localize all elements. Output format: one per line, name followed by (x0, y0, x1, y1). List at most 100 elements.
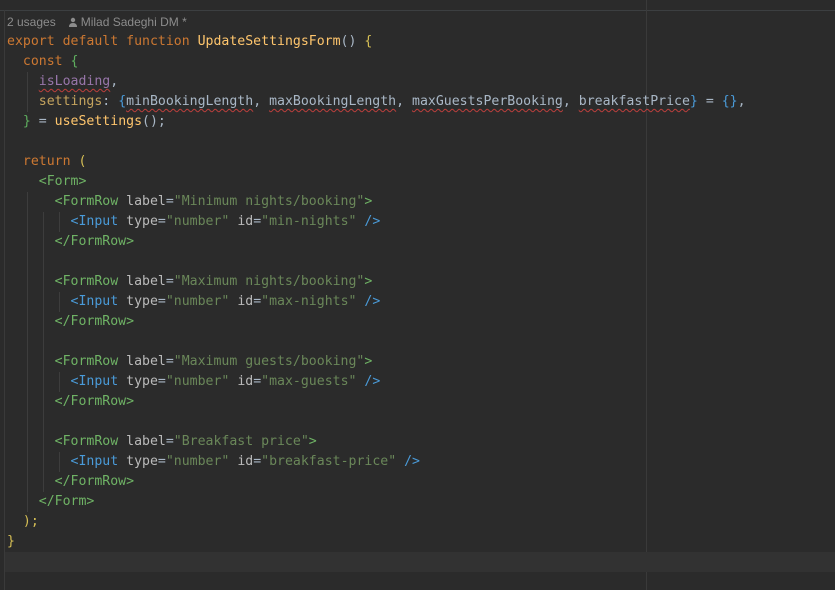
variable: minBookingLength (126, 94, 254, 109)
variable: maxGuestsPerBooking (412, 94, 563, 109)
string: "breakfast-price" (261, 454, 397, 469)
jsx-tag: > (308, 434, 317, 449)
code-line: <Input type="number" id="breakfast-price… (70, 454, 420, 469)
jsx-attribute: id (237, 374, 254, 389)
keyword: function (126, 34, 190, 49)
code-line: </FormRow> (7, 472, 746, 492)
keyword: export (7, 34, 55, 49)
jsx-attribute: type (126, 374, 158, 389)
string: "max-guests" (261, 374, 357, 389)
jsx-tag: </Form> (38, 494, 95, 509)
string: "max-nights" (261, 294, 357, 309)
jsx-tag: /> (364, 374, 381, 389)
code-line: const { (7, 52, 746, 72)
jsx-tag: > (364, 194, 373, 209)
punctuation: { (70, 54, 79, 69)
punctuation: () (340, 34, 357, 49)
punctuation: } (22, 114, 31, 129)
punctuation: = (697, 94, 722, 109)
punctuation: = (30, 114, 55, 129)
property: settings (38, 94, 103, 109)
variable: breakfastPrice (578, 94, 690, 109)
code-line: return ( (7, 152, 746, 172)
author-name[interactable]: Milad Sadeghi DM * (81, 15, 187, 29)
jsx-tag: <Input (70, 374, 119, 389)
jsx-tag: <Input (70, 214, 119, 229)
string: "number" (165, 214, 230, 229)
code-line: ); (7, 512, 746, 532)
jsx-tag: /> (404, 454, 420, 469)
jsx-attribute: id (237, 294, 254, 309)
punctuation: } (7, 534, 15, 549)
usages-count[interactable]: 2 usages (7, 15, 56, 29)
code-line: </FormRow> (7, 392, 746, 412)
jsx-tag: <Input (70, 294, 119, 309)
code-line: <FormRow label="Breakfast price"> (7, 432, 746, 452)
string: "Maximum nights/booking" (173, 274, 365, 289)
punctuation: (); (142, 114, 166, 129)
code-content[interactable]: export default function UpdateSettingsFo… (7, 32, 746, 552)
punctuation: = (165, 194, 174, 209)
punctuation: , (737, 94, 746, 109)
jsx-attribute: type (126, 214, 158, 229)
jsx-tag: > (364, 274, 373, 289)
jsx-tag: /> (364, 214, 381, 229)
code-line: settings: {minBookingLength, maxBookingL… (38, 94, 746, 109)
code-line: <FormRow label="Minimum nights/booking"> (7, 192, 746, 212)
variable: maxBookingLength (269, 94, 397, 109)
punctuation: = (165, 354, 174, 369)
jsx-tag: <FormRow (54, 354, 119, 369)
function-call: useSettings (54, 114, 143, 129)
punctuation: { (364, 34, 373, 49)
punctuation: ( (78, 154, 87, 169)
code-line: </Form> (7, 492, 746, 512)
code-line: <FormRow label="Maximum guests/booking"> (7, 352, 746, 372)
code-line: <Input type="number" id="min-nights" /> (70, 214, 381, 229)
keyword: const (22, 54, 63, 69)
code-line: <Form> (7, 172, 746, 192)
code-line: isLoading, (7, 72, 746, 92)
code-line: </FormRow> (7, 312, 746, 332)
jsx-tag: > (364, 354, 373, 369)
code-line: </FormRow> (7, 232, 746, 252)
jsx-tag: <Form> (38, 174, 87, 189)
code-vision-hint[interactable]: 2 usages Milad Sadeghi DM * (7, 14, 187, 30)
keyword: default (62, 34, 119, 49)
jsx-tag: </FormRow> (54, 474, 135, 489)
punctuation: ); (22, 514, 39, 529)
code-editor[interactable]: 2 usages Milad Sadeghi DM * export defaul… (0, 0, 835, 590)
jsx-attribute: label (126, 354, 166, 369)
string: "number" (165, 454, 230, 469)
string: "Minimum nights/booking" (173, 194, 365, 209)
person-icon (68, 17, 77, 27)
function-name: UpdateSettingsForm (197, 34, 341, 49)
string: "Maximum guests/booking" (173, 354, 365, 369)
variable: isLoading (38, 74, 111, 89)
jsx-tag: <FormRow (54, 194, 119, 209)
string: "number" (165, 294, 230, 309)
jsx-tag: </FormRow> (54, 234, 135, 249)
code-line: export default function UpdateSettingsFo… (7, 32, 746, 52)
jsx-tag: <FormRow (54, 434, 119, 449)
jsx-attribute: label (126, 434, 166, 449)
code-line: <FormRow label="Maximum nights/booking"> (7, 272, 746, 292)
jsx-tag: <Input (70, 454, 119, 469)
jsx-attribute: type (126, 294, 158, 309)
jsx-tag: /> (364, 294, 381, 309)
punctuation: : (102, 94, 119, 109)
code-line: <Input type="number" id="max-nights" /> (70, 294, 381, 309)
punctuation: { (118, 94, 127, 109)
code-line: <Input type="number" id="max-guests" /> (70, 374, 381, 389)
jsx-tag: <FormRow (54, 274, 119, 289)
string: "number" (165, 374, 230, 389)
punctuation: } (689, 94, 698, 109)
jsx-attribute: id (237, 454, 254, 469)
current-line-highlight (5, 552, 835, 572)
code-line: } (7, 532, 746, 552)
jsx-attribute: label (126, 194, 166, 209)
punctuation: = (165, 274, 174, 289)
